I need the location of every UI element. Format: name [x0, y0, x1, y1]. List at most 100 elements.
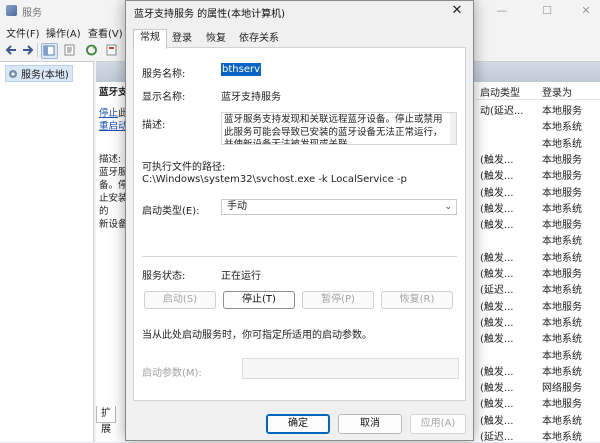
stop-service-link[interactable]: 停止 [99, 108, 118, 119]
description-box[interactable]: 蓝牙服务支持发现和关联远程蓝牙设备。停止或禁用此服务可能会导致已安装的蓝牙设备无… [221, 112, 457, 145]
startup-type-label: 启动类型(E): [142, 206, 200, 217]
column-header-startup-type[interactable]: 启动类型 [480, 84, 520, 99]
tab-recovery[interactable]: 恢复 [201, 31, 231, 47]
startup-type-cell: (触发... [480, 171, 514, 183]
start-params-hint: 当从此处启动服务时，你可指定所适用的启动参数。 [142, 330, 372, 341]
table-row[interactable]: (触发... 本地服务 [476, 215, 600, 231]
display-name-value[interactable]: 蓝牙支持服务 [221, 88, 281, 103]
tab-general[interactable]: 常规 [133, 29, 167, 49]
show-tree-icon[interactable] [41, 43, 58, 59]
table-row[interactable]: 本地系统 [476, 117, 600, 133]
apply-button[interactable]: 应用(A) [410, 414, 466, 434]
table-row[interactable]: 本地系统 [476, 134, 600, 150]
close-icon[interactable]: ✕ [448, 3, 466, 19]
menu-action[interactable]: 操作(A) [46, 25, 81, 40]
console-tree: 服务(本地) [0, 61, 94, 442]
tab-logon[interactable]: 登录 [167, 31, 197, 47]
table-row[interactable]: (触发... 本地系统 [476, 199, 600, 215]
startup-type-cell: (触发... [480, 317, 514, 329]
startup-type-cell: (触发... [480, 301, 514, 313]
logon-as-cell: 本地服务 [542, 106, 582, 117]
startup-type-cell: (触发... [480, 366, 514, 378]
restart-service-link[interactable]: 重启动 [99, 121, 128, 132]
logon-as-cell: 本地服务 [542, 220, 582, 232]
table-row[interactable]: (触发... 本地服务 [476, 150, 600, 166]
ok-button[interactable]: 确定 [266, 414, 330, 434]
logon-as-cell: 本地服务 [542, 171, 582, 183]
stop-button[interactable]: 停止(T) [223, 291, 295, 309]
table-row[interactable]: (触发... 本地系统 [476, 248, 600, 264]
logon-as-cell: 本地服务 [542, 399, 582, 411]
dialog-title: 蓝牙支持服务 的属性(本地计算机) [134, 9, 285, 20]
startup-type-cell: (触发... [480, 220, 514, 232]
logon-as-cell: 网络服务 [542, 383, 582, 395]
tree-item-services-local[interactable]: 服务(本地) [5, 65, 73, 82]
toolbar-separator [37, 43, 38, 57]
logon-as-cell: 本地系统 [542, 285, 582, 297]
table-row[interactable]: (触发... 本地服务 [476, 297, 600, 313]
table-header: 启动类型 登录为 [476, 81, 600, 100]
startup-type-cell: (触发... [480, 187, 514, 199]
startup-type-cell: (触发... [480, 252, 514, 264]
start-params-input[interactable] [242, 358, 459, 379]
startup-type-cell: (延迟... [480, 285, 514, 297]
description-scrollbar[interactable] [450, 113, 456, 144]
startup-type-cell: (触发... [480, 269, 514, 280]
close-icon[interactable]: ✕ [566, 0, 600, 22]
startup-type-cell: (触发... [480, 383, 514, 395]
logon-as-cell: 本地系统 [542, 122, 582, 134]
cancel-button[interactable]: 取消 [338, 414, 402, 434]
services-window-title: 服务 [22, 8, 42, 19]
table-row[interactable]: (触发... 本地服务 [476, 166, 600, 182]
gear-icon [8, 68, 18, 79]
maximize-icon[interactable]: ☐ [527, 0, 567, 22]
export-list-icon[interactable] [104, 43, 119, 57]
table-row[interactable]: (触发... 本地服务 [476, 264, 600, 280]
executable-path-value[interactable]: C:\Windows\system32\svchost.exe -k Local… [142, 174, 407, 185]
service-status-value: 正在运行 [221, 271, 261, 282]
minimize-icon[interactable]: — [482, 0, 522, 22]
table-row[interactable]: (触发... 本地服务 [476, 183, 600, 199]
table-row[interactable]: (触发... 网络服务 [476, 378, 600, 394]
tab-extended[interactable]: 扩展 [96, 406, 116, 435]
startup-type-cell: (触发... [480, 154, 514, 166]
service-status-label: 服务状态: [142, 271, 186, 282]
back-arrow-icon[interactable] [4, 43, 19, 57]
logon-as-cell: 本地服务 [542, 301, 582, 313]
logon-as-cell: 本地系统 [542, 317, 582, 329]
column-header-logon-as[interactable]: 登录为 [542, 84, 572, 99]
startup-type-value: 手动 [227, 201, 247, 212]
general-tab-panel: 服务名称: bthserv 显示名称: 蓝牙支持服务 描述: 蓝牙服务支持发现和… [133, 47, 466, 401]
properties-icon[interactable] [62, 43, 77, 57]
description-label: 描述: [142, 120, 166, 131]
table-row[interactable]: 本地系统 [476, 231, 600, 247]
table-row[interactable]: (触发... 本地服务 [476, 394, 600, 410]
tab-dependencies[interactable]: 依存关系 [234, 31, 284, 47]
logon-as-cell: 本地系统 [542, 350, 582, 362]
description-text: 蓝牙服务支持发现和关联远程蓝牙设备。停止或禁用此服务可能会导致已安装的蓝牙设备无… [224, 114, 443, 145]
logon-as-cell: 本地系统 [542, 236, 582, 248]
table-row[interactable]: 动(延迟... 本地服务 [476, 101, 600, 117]
table-row[interactable]: (触发... 本地系统 [476, 362, 600, 378]
logon-as-cell: 本地服务 [542, 187, 582, 199]
table-row[interactable]: (触发... 本地系统 [476, 329, 600, 345]
startup-type-cell: (触发... [480, 334, 514, 346]
start-button[interactable]: 启动(S) [144, 291, 216, 309]
table-row[interactable]: (延迟... 本地系统 [476, 280, 600, 296]
logon-as-cell: 本地系统 [542, 366, 582, 378]
section-divider [142, 256, 457, 257]
chevron-down-icon: ⌄ [444, 202, 452, 212]
menu-view[interactable]: 查看(V) [88, 25, 123, 40]
service-name-value[interactable]: bthserv [221, 63, 261, 76]
table-row[interactable]: (触发... 本地系统 [476, 411, 600, 427]
resume-button[interactable]: 恢复(R) [381, 291, 453, 309]
startup-type-select[interactable]: 手动 ⌄ [221, 199, 457, 215]
table-row[interactable]: 本地系统 [476, 346, 600, 362]
logon-as-cell: 本地服务 [542, 269, 582, 280]
tree-item-label: 服务(本地) [21, 70, 69, 81]
menu-file[interactable]: 文件(F) [6, 25, 40, 40]
refresh-icon[interactable] [84, 43, 99, 57]
pause-button[interactable]: 暂停(P) [302, 291, 374, 309]
table-row[interactable]: (触发... 本地系统 [476, 313, 600, 329]
forward-arrow-icon[interactable] [20, 43, 35, 57]
